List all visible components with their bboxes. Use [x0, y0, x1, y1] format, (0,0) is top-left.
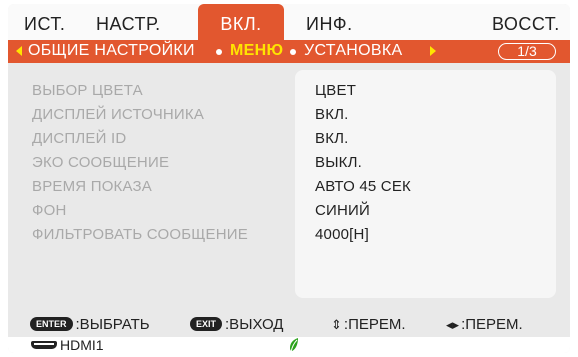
legend-exit-label: :ВЫХОД — [225, 316, 284, 333]
sub-nav: ОБЩИЕ НАСТРОЙКИ МЕНЮ УСТАНОВКА 1/3 — [8, 40, 570, 63]
subtab-menu[interactable]: МЕНЮ — [230, 42, 283, 60]
subtab-general[interactable]: ОБЩИЕ НАСТРОЙКИ — [28, 42, 195, 60]
tab-reset[interactable]: ВОССТ. — [492, 4, 560, 40]
setting-label-color-select[interactable]: ВЫБОР ЦВЕТА — [32, 82, 143, 99]
status-bar: HDMI1 — [8, 337, 570, 353]
setting-value-display-time[interactable]: АВТО 45 СЕК — [315, 178, 411, 195]
right-arrow-icon[interactable] — [430, 46, 436, 56]
tab-adjust[interactable]: НАСТР. — [96, 4, 161, 40]
setting-label-id-display[interactable]: ДИСПЛЕЙ ID — [32, 130, 126, 147]
top-tab-bar: ИСТ. НАСТР. ВКЛ. ИНФ. ВОССТ. — [8, 4, 570, 40]
key-legend: ENTER:ВЫБРАТЬ EXIT:ВЫХОД ⇕:ПЕРЕМ. ◂▸:ПЕР… — [8, 315, 570, 337]
page-indicator: 1/3 — [498, 43, 556, 60]
legend-updown-label: :ПЕРЕМ. — [343, 316, 406, 333]
setting-value-filter-message[interactable]: 4000[H] — [315, 226, 369, 243]
setting-value-color-select[interactable]: ЦВЕТ — [315, 82, 356, 99]
legend-exit: EXIT:ВЫХОД — [190, 316, 283, 333]
setting-value-eco-message[interactable]: ВЫКЛ. — [315, 154, 362, 171]
setting-value-id-display[interactable]: ВКЛ. — [315, 130, 349, 147]
legend-updown: ⇕:ПЕРЕМ. — [331, 316, 406, 333]
tab-source[interactable]: ИСТ. — [24, 4, 65, 40]
setting-label-eco-message[interactable]: ЭКО СООБЩЕНИЕ — [32, 154, 169, 171]
left-arrow-icon[interactable] — [16, 46, 22, 56]
separator-dot-icon — [290, 49, 296, 55]
setting-value-background[interactable]: СИНИЙ — [315, 202, 370, 219]
subtab-installation[interactable]: УСТАНОВКА — [304, 42, 402, 60]
source-label: HDMI1 — [60, 337, 104, 353]
separator-dot-icon — [216, 49, 222, 55]
legend-enter-label: :ВЫБРАТЬ — [75, 316, 150, 333]
up-down-arrows-icon: ⇕ — [331, 317, 342, 332]
projector-menu: ИСТ. НАСТР. ВКЛ. ИНФ. ВОССТ. ОБЩИЕ НАСТР… — [8, 4, 570, 353]
setting-label-source-display[interactable]: ДИСПЛЕЙ ИСТОЧНИКА — [32, 106, 204, 123]
setting-value-source-display[interactable]: ВКЛ. — [315, 106, 349, 123]
setting-label-background[interactable]: ФОН — [32, 202, 67, 219]
setting-label-filter-message[interactable]: ФИЛЬТРОВАТЬ СООБЩЕНИЕ — [32, 226, 248, 243]
left-right-arrows-icon: ◂▸ — [446, 317, 460, 332]
legend-enter: ENTER:ВЫБРАТЬ — [30, 316, 150, 333]
exit-key-icon: EXIT — [190, 317, 223, 331]
setting-label-display-time[interactable]: ВРЕМЯ ПОКАЗА — [32, 178, 152, 195]
tab-info[interactable]: ИНФ. — [306, 4, 353, 40]
hdmi-icon — [31, 341, 57, 349]
settings-values-panel: ЦВЕТ ВКЛ. ВКЛ. ВЫКЛ. АВТО 45 СЕК СИНИЙ 4… — [295, 70, 556, 298]
leaf-icon — [290, 338, 298, 353]
enter-key-icon: ENTER — [30, 317, 73, 331]
legend-leftright: ◂▸:ПЕРЕМ. — [446, 316, 523, 333]
tab-setup[interactable]: ВКЛ. — [198, 4, 284, 40]
legend-leftright-label: :ПЕРЕМ. — [461, 316, 523, 333]
